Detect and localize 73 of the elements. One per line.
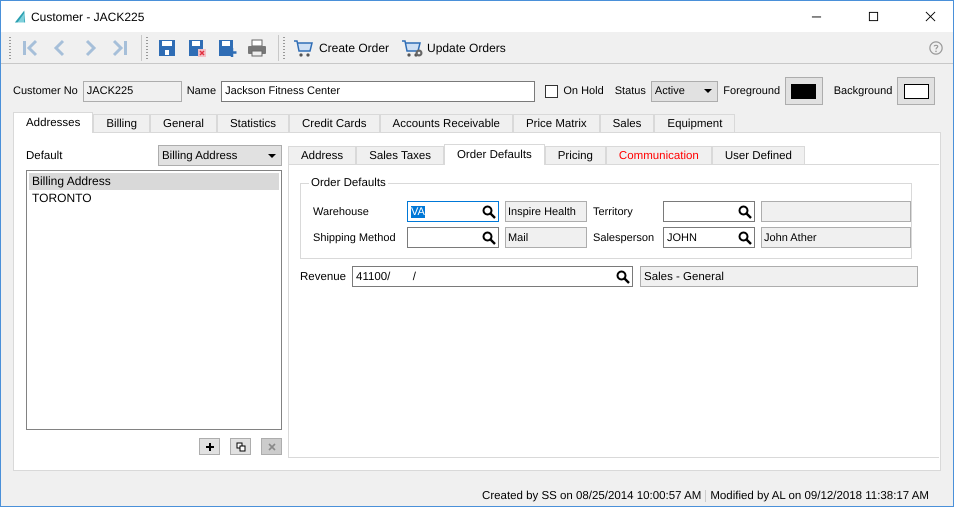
cart-icon	[293, 38, 315, 58]
group-title: Order Defaults	[309, 177, 388, 189]
default-label: Default	[26, 150, 62, 162]
modified-status: Modified by AL on 09/12/2018 11:38:17 AM	[705, 490, 933, 502]
address-list-item[interactable]: Billing Address	[29, 173, 279, 190]
description-field: John Ather	[761, 227, 911, 248]
lookup-field[interactable]: JOHN	[663, 227, 755, 248]
tab[interactable]: General	[150, 114, 217, 132]
search-icon[interactable]	[738, 204, 752, 218]
address-list-item[interactable]: TORONTO	[29, 190, 279, 207]
cart-gear-icon	[401, 38, 424, 58]
caret-icon	[268, 154, 276, 158]
save-icon[interactable]	[157, 38, 177, 58]
customer-no-field[interactable]: JACK225	[82, 80, 182, 102]
search-icon[interactable]	[482, 230, 496, 244]
tab[interactable]: Accounts Receivable	[380, 114, 513, 132]
tab[interactable]: Statistics	[216, 114, 289, 132]
tab[interactable]: Pricing	[544, 146, 606, 164]
field-value: 41100/ /	[356, 270, 416, 282]
tab[interactable]: Sales Taxes	[356, 146, 444, 164]
field-label: Shipping Method	[313, 232, 397, 244]
foreground-label: Foreground	[723, 85, 780, 97]
tab[interactable]: Billing	[93, 114, 150, 132]
save-new-icon[interactable]	[217, 38, 237, 58]
customer-no-label: Customer No	[13, 85, 78, 97]
name-field[interactable]: Jackson Fitness Center	[221, 80, 536, 102]
field-label: Salesperson	[593, 232, 656, 244]
tab[interactable]: Addresses	[13, 112, 94, 133]
save-cancel-icon[interactable]	[187, 38, 207, 58]
foreground-color-button[interactable]	[785, 77, 823, 105]
update-orders-button[interactable]: Update Orders	[397, 36, 510, 60]
tab[interactable]: Communication	[606, 146, 712, 164]
tab[interactable]: Order Defaults	[444, 144, 545, 165]
description-field: Inspire Health	[505, 201, 587, 222]
revenue-label: Revenue	[300, 270, 346, 282]
lookup-field[interactable]: VA	[407, 201, 499, 222]
field-label: Territory	[593, 206, 634, 218]
background-label: Background	[834, 85, 892, 97]
add-button[interactable]	[199, 438, 220, 455]
name-label: Name	[186, 85, 216, 97]
on-hold-label: On Hold	[563, 85, 604, 97]
tab[interactable]: Sales	[600, 114, 654, 132]
status-dropdown[interactable]: Active	[650, 80, 718, 102]
plus-icon	[204, 442, 214, 452]
search-icon[interactable]	[738, 230, 752, 244]
copy-icon	[236, 442, 246, 452]
tab[interactable]: Price Matrix	[512, 114, 600, 132]
field-label: Warehouse	[313, 206, 370, 218]
create-order-button[interactable]: Create Order	[289, 36, 394, 60]
tab[interactable]: Address	[288, 146, 356, 164]
tab[interactable]: Equipment	[654, 114, 736, 132]
app-logo-icon	[14, 9, 26, 24]
field-value: JOHN	[667, 232, 697, 244]
caret-icon	[704, 89, 712, 93]
delete-icon	[266, 442, 276, 452]
field-value: VA	[411, 206, 425, 218]
tab[interactable]: Credit Cards	[288, 114, 380, 132]
printer-icon[interactable]	[247, 38, 267, 58]
search-icon[interactable]	[482, 204, 496, 218]
lookup-field[interactable]	[407, 227, 499, 248]
search-icon[interactable]	[616, 270, 630, 284]
background-color-button[interactable]	[897, 77, 935, 105]
lookup-field[interactable]	[663, 201, 755, 222]
on-hold-checkbox[interactable]	[545, 84, 558, 98]
default-address-dropdown[interactable]: Billing Address	[158, 145, 282, 166]
tab[interactable]: User Defined	[712, 146, 805, 164]
created-status: Created by SS on 08/25/2014 10:00:57 AM	[481, 490, 702, 502]
copy-button[interactable]	[230, 438, 251, 455]
revenue-field[interactable]: 41100/ /	[352, 266, 634, 287]
window-title: Customer - JACK225	[31, 10, 144, 24]
description-field: Mail	[505, 227, 587, 248]
description-field: Sales - General	[640, 266, 918, 287]
status-label: Status	[614, 85, 646, 97]
